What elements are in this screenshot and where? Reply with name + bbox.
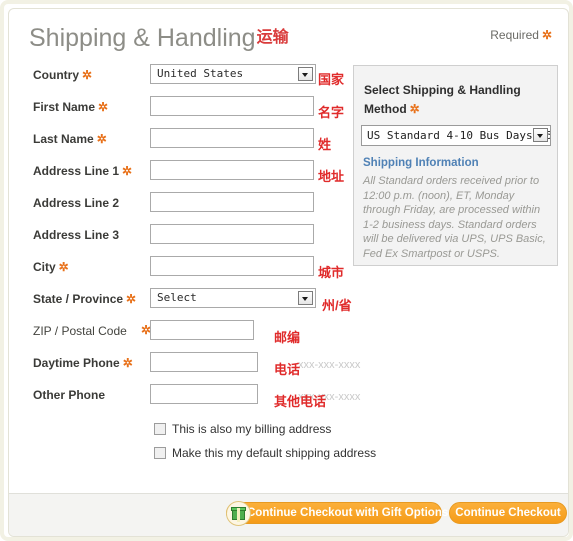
continue-checkout-with-gift-options-label: Continue Checkout with Gift Options: [247, 507, 449, 519]
zip-input[interactable]: [150, 320, 254, 340]
shipping-page: Shipping & Handling运输 Required ✲ Select S…: [0, 0, 573, 541]
other-phone-input[interactable]: [150, 384, 258, 404]
annotation-cn-first-name: 名字: [318, 105, 345, 120]
country-select-wrap: United States: [150, 64, 316, 84]
required-asterisk-icon: ✲: [82, 68, 93, 82]
address-line-1-input[interactable]: [150, 160, 314, 180]
address-line-2-wrap: [150, 192, 314, 212]
address-line-3-wrap: [150, 224, 314, 244]
state-province-select[interactable]: Select: [150, 288, 316, 308]
label-first-name: First Name ✲: [33, 100, 109, 114]
address-line-2-input[interactable]: [150, 192, 314, 212]
shipping-method-heading: Select Shipping & Handling Method ✲: [364, 81, 549, 119]
billing-address-checkbox[interactable]: [154, 423, 166, 435]
shipping-form-card: Shipping & Handling运输 Required ✲ Select S…: [8, 8, 569, 537]
last-name-input[interactable]: [150, 128, 314, 148]
label-other-phone: Other Phone: [33, 388, 106, 402]
country-select[interactable]: United States: [150, 64, 316, 84]
shipping-method-heading-line1: Select Shipping & Handling: [364, 83, 521, 97]
address-line-1-wrap: [150, 160, 314, 180]
default-shipping-checkbox-label: Make this my default shipping address: [172, 446, 377, 460]
label-address-line-2: Address Line 2: [33, 196, 120, 210]
chevron-down-icon[interactable]: [298, 67, 313, 81]
state-province-wrap: Select: [150, 288, 316, 308]
billing-address-checkbox-row[interactable]: This is also my billing address: [154, 422, 331, 436]
required-asterisk-icon: ✲: [98, 100, 109, 114]
continue-checkout-with-gift-options-button[interactable]: Continue Checkout with Gift Options: [226, 501, 448, 526]
city-input[interactable]: [150, 256, 314, 276]
shipping-method-required-asterisk-icon: ✲: [409, 102, 420, 116]
label-daytime-phone: Daytime Phone ✲: [33, 356, 133, 370]
annotation-cn-address-line-1: 地址: [318, 169, 345, 184]
first-name-wrap: [150, 96, 314, 116]
continue-checkout-button[interactable]: Continue Checkout: [449, 502, 567, 524]
form-footer: Continue Checkout with Gift Options Cont…: [9, 493, 568, 536]
daytime-phone-wrap: [150, 352, 258, 372]
daytime-phone-input[interactable]: [150, 352, 258, 372]
annotation-cn-country: 国家: [318, 72, 345, 87]
annotation-cn-zip: 邮编: [274, 330, 301, 345]
address-line-3-input[interactable]: [150, 224, 314, 244]
required-asterisk-icon: ✲: [126, 292, 137, 306]
required-legend-text: Required: [490, 28, 539, 42]
billing-address-checkbox-label: This is also my billing address: [172, 422, 332, 436]
page-title: Shipping & Handling运输: [29, 23, 289, 53]
required-asterisk-icon: ✲: [541, 28, 552, 42]
chevron-down-icon[interactable]: [533, 128, 548, 142]
zip-wrap: [150, 320, 254, 340]
label-last-name: Last Name ✲: [33, 132, 107, 146]
annotation-cn-other-phone: 其他电话: [274, 394, 327, 409]
page-title-text: Shipping & Handling: [29, 24, 256, 52]
default-shipping-checkbox[interactable]: [154, 447, 166, 459]
country-selected-value: United States: [157, 67, 244, 80]
label-zip: ZIP / Postal Code: [33, 324, 127, 338]
label-city: City ✲: [33, 260, 69, 274]
continue-checkout-label: Continue Checkout: [455, 507, 561, 519]
required-legend: Required ✲: [490, 28, 552, 42]
required-asterisk-icon: ✲: [58, 260, 69, 274]
gift-icon: [226, 501, 251, 526]
shipping-method-select[interactable]: US Standard 4-10 Bus Days $5.: [361, 125, 551, 146]
label-address-line-1: Address Line 1 ✲: [33, 164, 133, 178]
annotation-cn-city: 城市: [318, 265, 345, 280]
shipping-information-body: All Standard orders received prior to 12…: [363, 175, 546, 260]
shipping-information-title: Shipping Information: [363, 157, 479, 169]
label-state-province: State / Province ✲: [33, 292, 137, 306]
label-country: Country ✲: [33, 68, 93, 82]
required-asterisk-icon: ✲: [122, 164, 133, 178]
label-address-line-3: Address Line 3: [33, 228, 120, 242]
default-shipping-checkbox-row[interactable]: Make this my default shipping address: [154, 446, 376, 460]
other-phone-wrap: [150, 384, 258, 404]
daytime-phone-format-hint: xxx-xxx-xxxx: [298, 359, 361, 371]
city-wrap: [150, 256, 314, 276]
page-title-annotation-cn: 运输: [256, 29, 289, 46]
annotation-cn-daytime-phone: 电话: [274, 362, 301, 377]
shipping-method-panel: Select Shipping & Handling Method ✲ US St…: [353, 65, 558, 266]
first-name-input[interactable]: [150, 96, 314, 116]
required-asterisk-icon: ✲: [96, 132, 107, 146]
annotation-cn-last-name: 姓: [318, 137, 332, 152]
last-name-wrap: [150, 128, 314, 148]
chevron-down-icon[interactable]: [298, 291, 313, 305]
shipping-method-heading-line2: Method: [364, 102, 407, 116]
state-province-selected-value: Select: [157, 291, 197, 304]
required-asterisk-icon: ✲: [122, 356, 133, 370]
shipping-method-selected-value: US Standard 4-10 Bus Days $5.: [367, 129, 551, 142]
form-row-state-province: State / Province ✲ Select: [9, 285, 568, 317]
annotation-cn-state-province: 州/省: [322, 298, 352, 313]
